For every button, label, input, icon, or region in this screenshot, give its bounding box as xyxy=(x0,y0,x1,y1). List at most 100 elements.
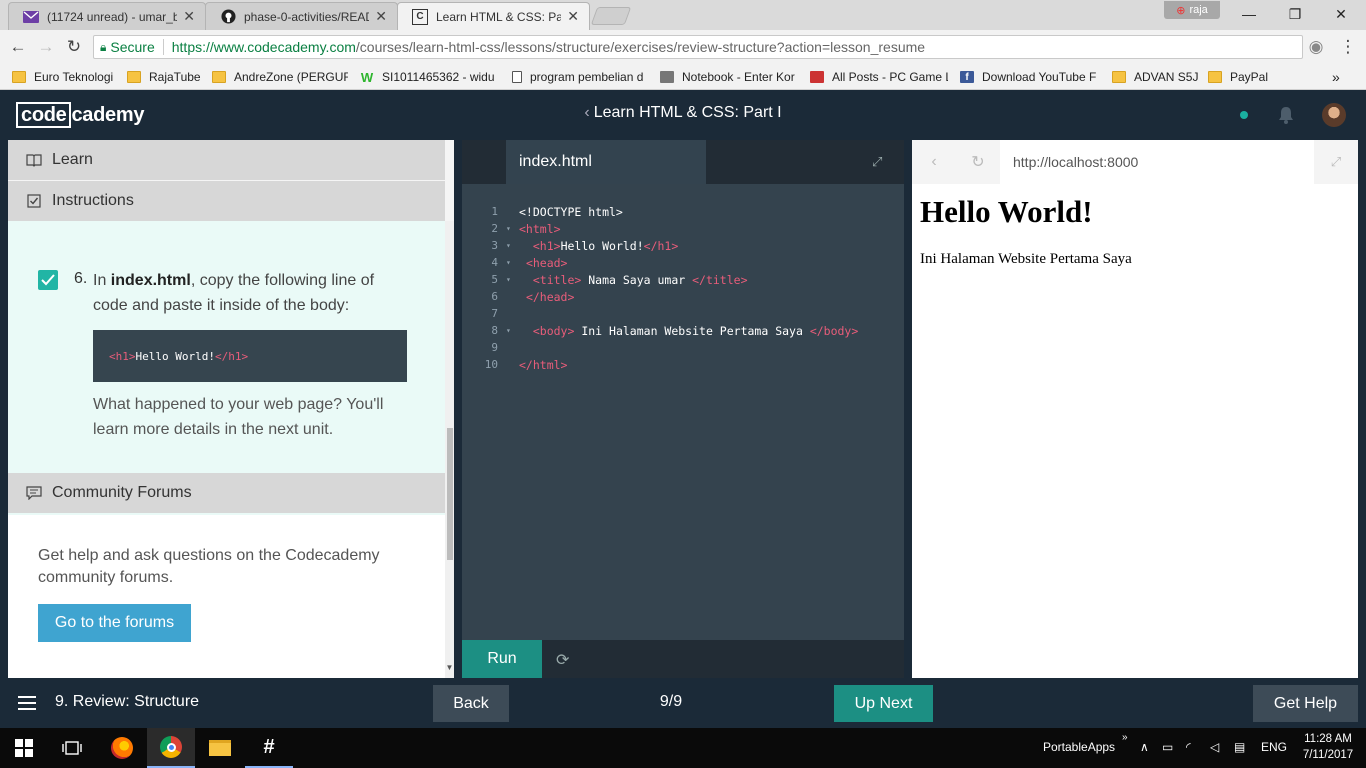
code-line[interactable]: 8 ▾ <body> Ini Halaman Website Pertama Sa… xyxy=(462,322,858,339)
community-section-header[interactable]: Community Forums xyxy=(8,473,445,513)
bookmark-item[interactable]: PayPal xyxy=(1208,68,1278,86)
code-tag: </head> xyxy=(525,289,575,304)
system-clock[interactable]: 11:28 AM 7/11/2017 xyxy=(1300,731,1356,763)
code-line[interactable]: 1 <!DOCTYPE html> xyxy=(462,203,622,220)
back-button[interactable]: Back xyxy=(433,685,509,722)
firefox-taskbar-button[interactable] xyxy=(98,728,146,768)
scrollbar-thumb[interactable] xyxy=(447,428,453,560)
course-title[interactable]: ‹ Learn HTML & CSS: Part I xyxy=(480,104,886,122)
notification-icon[interactable]: ▤ xyxy=(1234,740,1245,754)
preview-back-icon[interactable]: ‹ xyxy=(926,153,942,171)
address-bar[interactable]: 🔒︎ Secure https://www.codecademy.com /co… xyxy=(93,35,1303,59)
close-icon[interactable]: ✕ xyxy=(375,8,387,25)
community-description: Get help and ask questions on the Codeca… xyxy=(38,547,380,586)
bell-icon[interactable] xyxy=(1278,106,1294,124)
community-label: Community Forums xyxy=(52,484,192,501)
step-checkbox[interactable] xyxy=(38,270,58,290)
editor-file-tab[interactable]: index.html xyxy=(506,140,706,184)
mail-icon xyxy=(23,9,39,25)
fold-arrow-icon[interactable]: ▾ xyxy=(506,326,519,335)
preview-refresh-icon[interactable]: ↻ xyxy=(970,153,986,171)
line-number: 4 xyxy=(491,256,498,269)
reset-icon[interactable]: ⟳ xyxy=(556,650,574,669)
instructions-section-header[interactable]: Instructions xyxy=(8,181,445,221)
up-next-button[interactable]: Up Next xyxy=(834,685,933,722)
hamburger-menu-icon[interactable] xyxy=(18,696,36,710)
codecademy-logo[interactable]: code cademy xyxy=(16,102,144,128)
code-line[interactable]: 2 ▾ <html> xyxy=(462,220,560,237)
scroll-down-icon[interactable]: ▼ xyxy=(445,663,454,675)
close-icon[interactable]: ✕ xyxy=(183,8,195,25)
close-window-button[interactable]: ✕ xyxy=(1318,0,1364,28)
close-icon[interactable]: ✕ xyxy=(567,8,579,25)
line-number: 9 xyxy=(491,341,498,354)
bookmark-item[interactable]: f Download YouTube F xyxy=(960,68,1098,86)
bookmarks-overflow-button[interactable]: » xyxy=(1332,68,1348,86)
minimize-button[interactable]: — xyxy=(1226,0,1272,28)
code-line[interactable]: 9 xyxy=(462,339,519,356)
lesson-name[interactable]: 9. Review: Structure xyxy=(55,693,199,711)
fold-arrow-icon[interactable]: ▾ xyxy=(506,275,519,284)
code-line[interactable]: 7 xyxy=(462,305,519,322)
preview-expand-icon[interactable]: ⤢ xyxy=(1328,153,1344,171)
task-view-button[interactable] xyxy=(48,728,96,768)
extension-button[interactable]: ◉ xyxy=(1304,35,1328,59)
forward-nav-button[interactable]: → xyxy=(34,35,58,59)
bookmark-label: Notebook - Enter Kor xyxy=(682,70,795,84)
reload-button[interactable]: ↻ xyxy=(62,35,86,59)
code-line[interactable]: 6 </head> xyxy=(462,288,574,305)
code-tag: </title> xyxy=(692,272,748,287)
bookmark-item[interactable]: AndreZone (PERGURU xyxy=(212,68,348,86)
bookmark-item[interactable]: Euro Teknologi xyxy=(12,68,122,86)
wifi-icon[interactable]: ◜ xyxy=(1186,740,1191,754)
bookmark-label: program pembelian d xyxy=(530,70,644,84)
bookmark-item[interactable]: RajaTube xyxy=(127,68,207,86)
bookmark-item[interactable]: program pembelian d xyxy=(512,68,648,86)
profile-badge[interactable]: ⊕ raja xyxy=(1164,1,1220,19)
tab-title: phase-0-activities/READM xyxy=(244,9,369,24)
bookmark-item[interactable]: W SI1011465362 - widu xyxy=(360,68,498,86)
restore-button[interactable]: ❐ xyxy=(1272,0,1318,28)
fold-arrow-icon[interactable]: ▾ xyxy=(506,241,519,250)
browser-tab-mail[interactable]: (11724 unread) - umar_b ✕ xyxy=(8,2,206,30)
browser-tab-github[interactable]: phase-0-activities/READM ✕ xyxy=(205,2,398,30)
new-tab-button[interactable] xyxy=(590,7,632,25)
volume-icon[interactable]: ◁ xyxy=(1210,740,1219,754)
profile-name: raja xyxy=(1189,4,1208,16)
battery-icon[interactable]: ▭ xyxy=(1162,740,1173,754)
bookmark-item[interactable]: All Posts - PC Game L xyxy=(810,68,948,86)
windows-start-button[interactable] xyxy=(0,728,48,768)
code-text: Ini Halaman Website Pertama Saya xyxy=(574,323,810,338)
bookmark-item[interactable]: ADVAN S5J xyxy=(1112,68,1202,86)
go-to-forums-button[interactable]: Go to the forums xyxy=(38,604,191,642)
portableapps-label[interactable]: PortableApps xyxy=(1043,740,1115,754)
slack-taskbar-button[interactable]: # xyxy=(245,728,293,768)
bookmark-label: Download YouTube F xyxy=(982,70,1097,84)
book-icon xyxy=(26,152,42,168)
code-text: Hello World! xyxy=(560,238,644,253)
language-indicator[interactable]: ENG xyxy=(1261,740,1287,754)
step-followup-text: What happened to your web page? You'll l… xyxy=(93,396,384,438)
expand-icon[interactable]: ⤢ xyxy=(872,154,888,170)
run-button[interactable]: Run xyxy=(462,640,542,678)
bookmark-item[interactable]: Notebook - Enter Kor xyxy=(660,68,798,86)
folder-icon xyxy=(12,71,26,83)
fold-arrow-icon[interactable]: ▾ xyxy=(506,224,519,233)
code-line[interactable]: 4 ▾ <head> xyxy=(462,254,567,271)
browser-tab-codecademy[interactable]: C Learn HTML & CSS: Part I ✕ xyxy=(397,2,590,30)
file-explorer-taskbar-button[interactable] xyxy=(196,728,244,768)
code-line[interactable]: 10 </html> xyxy=(462,356,568,373)
learn-section-header[interactable]: Learn xyxy=(8,140,445,180)
preview-url[interactable]: http://localhost:8000 xyxy=(1000,140,1314,184)
arrow-left-icon: ← xyxy=(9,37,27,56)
chevron-up-icon[interactable]: ∧ xyxy=(1140,740,1149,754)
code-line[interactable]: 5 ▾ <title> Nama Saya umar </title> xyxy=(462,271,748,288)
chrome-taskbar-button[interactable] xyxy=(147,728,195,768)
code-line[interactable]: 3 ▾ <h1> Hello World! </h1> xyxy=(462,237,678,254)
back-nav-button[interactable]: ← xyxy=(6,35,30,59)
tray-more-icon[interactable]: » xyxy=(1122,732,1128,743)
fold-arrow-icon[interactable]: ▾ xyxy=(506,258,519,267)
get-help-button[interactable]: Get Help xyxy=(1253,685,1358,722)
chrome-menu-button[interactable]: ⋮ xyxy=(1336,35,1360,59)
avatar[interactable] xyxy=(1322,103,1346,127)
